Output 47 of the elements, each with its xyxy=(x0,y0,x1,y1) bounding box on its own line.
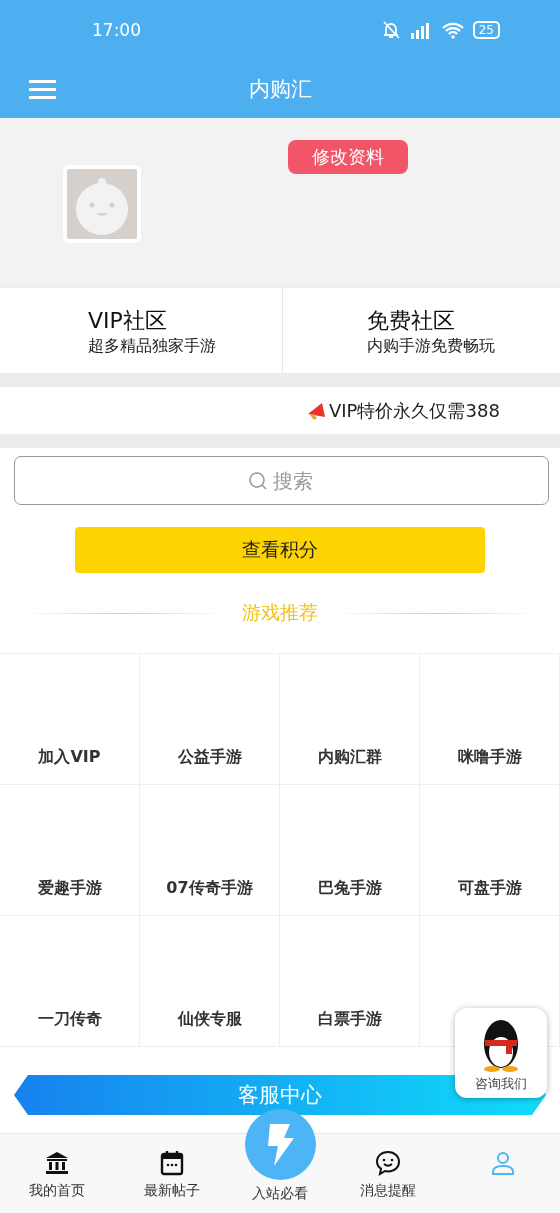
grid-cell[interactable]: 咪噜手游 xyxy=(420,654,560,785)
grid-cell[interactable]: 白票手游 xyxy=(280,916,420,1047)
nav-tab[interactable]: 消息提醒 xyxy=(331,1134,446,1213)
grid-cell[interactable]: 爱趣手游 xyxy=(0,785,140,916)
game-label: 爱趣手游 xyxy=(37,878,102,899)
lightning-icon xyxy=(265,1121,296,1168)
grid-cell[interactable]: 加入VIP xyxy=(0,654,140,785)
person-icon xyxy=(489,1150,516,1176)
nav-tab[interactable]: 入站必看 xyxy=(252,1185,308,1203)
muted-bell-icon xyxy=(380,20,401,40)
game-label: 一刀传奇 xyxy=(37,1009,102,1030)
game-label: 巴兔手游 xyxy=(317,878,382,899)
battery-icon: 25 xyxy=(472,21,500,39)
grid-cell[interactable]: 一刀传奇 xyxy=(0,916,140,1047)
grid-cell[interactable]: 07传奇手游 xyxy=(140,785,280,916)
community-title[interactable]: 免费社区 xyxy=(366,306,560,336)
game-label: 07传奇手游 xyxy=(166,878,253,899)
grid-cell[interactable]: 巴兔手游 xyxy=(280,785,420,916)
notice-text: VIP特价永久仅需388 xyxy=(329,398,500,423)
view-points-button[interactable]: 查看积分 xyxy=(75,527,485,573)
game-label: 内购汇群 xyxy=(317,747,382,768)
app-title: 内购汇 xyxy=(247,76,313,103)
calendar-icon xyxy=(158,1150,185,1176)
consult-card[interactable]: 咨询我们 xyxy=(455,1008,547,1098)
grid-cell[interactable]: 公益手游 xyxy=(140,654,280,785)
nav-tab[interactable]: 我的首页 xyxy=(0,1134,115,1213)
game-label: 可盘手游 xyxy=(457,878,522,899)
bank-icon xyxy=(44,1150,71,1176)
community-title[interactable]: VIP社区 xyxy=(88,306,282,336)
game-label: 加入VIP xyxy=(38,747,101,768)
game-label: 仙侠专服 xyxy=(177,1009,242,1030)
section-title: 游戏推荐 xyxy=(242,600,318,625)
nav-tab[interactable]: 最新帖子 xyxy=(114,1134,229,1213)
game-label: 咪噜手游 xyxy=(457,747,522,768)
grid-cell[interactable]: 可盘手游 xyxy=(420,785,560,916)
community-subtitle: 内购手游免费畅玩 xyxy=(366,336,496,357)
grid-cell[interactable]: 内购汇群 xyxy=(280,654,420,785)
search-icon xyxy=(248,471,268,491)
game-label: 白票手游 xyxy=(317,1009,382,1030)
community-subtitle: 超多精品独家手游 xyxy=(88,336,217,357)
search-field[interactable]: 搜索 xyxy=(14,456,549,505)
wifi-icon xyxy=(440,21,465,39)
menu-icon[interactable] xyxy=(28,78,58,100)
chat-icon xyxy=(375,1150,402,1176)
game-label: 公益手游 xyxy=(177,747,242,768)
grid-cell[interactable]: 仙侠专服 xyxy=(140,916,280,1047)
status-time: 17:00 xyxy=(92,20,141,40)
